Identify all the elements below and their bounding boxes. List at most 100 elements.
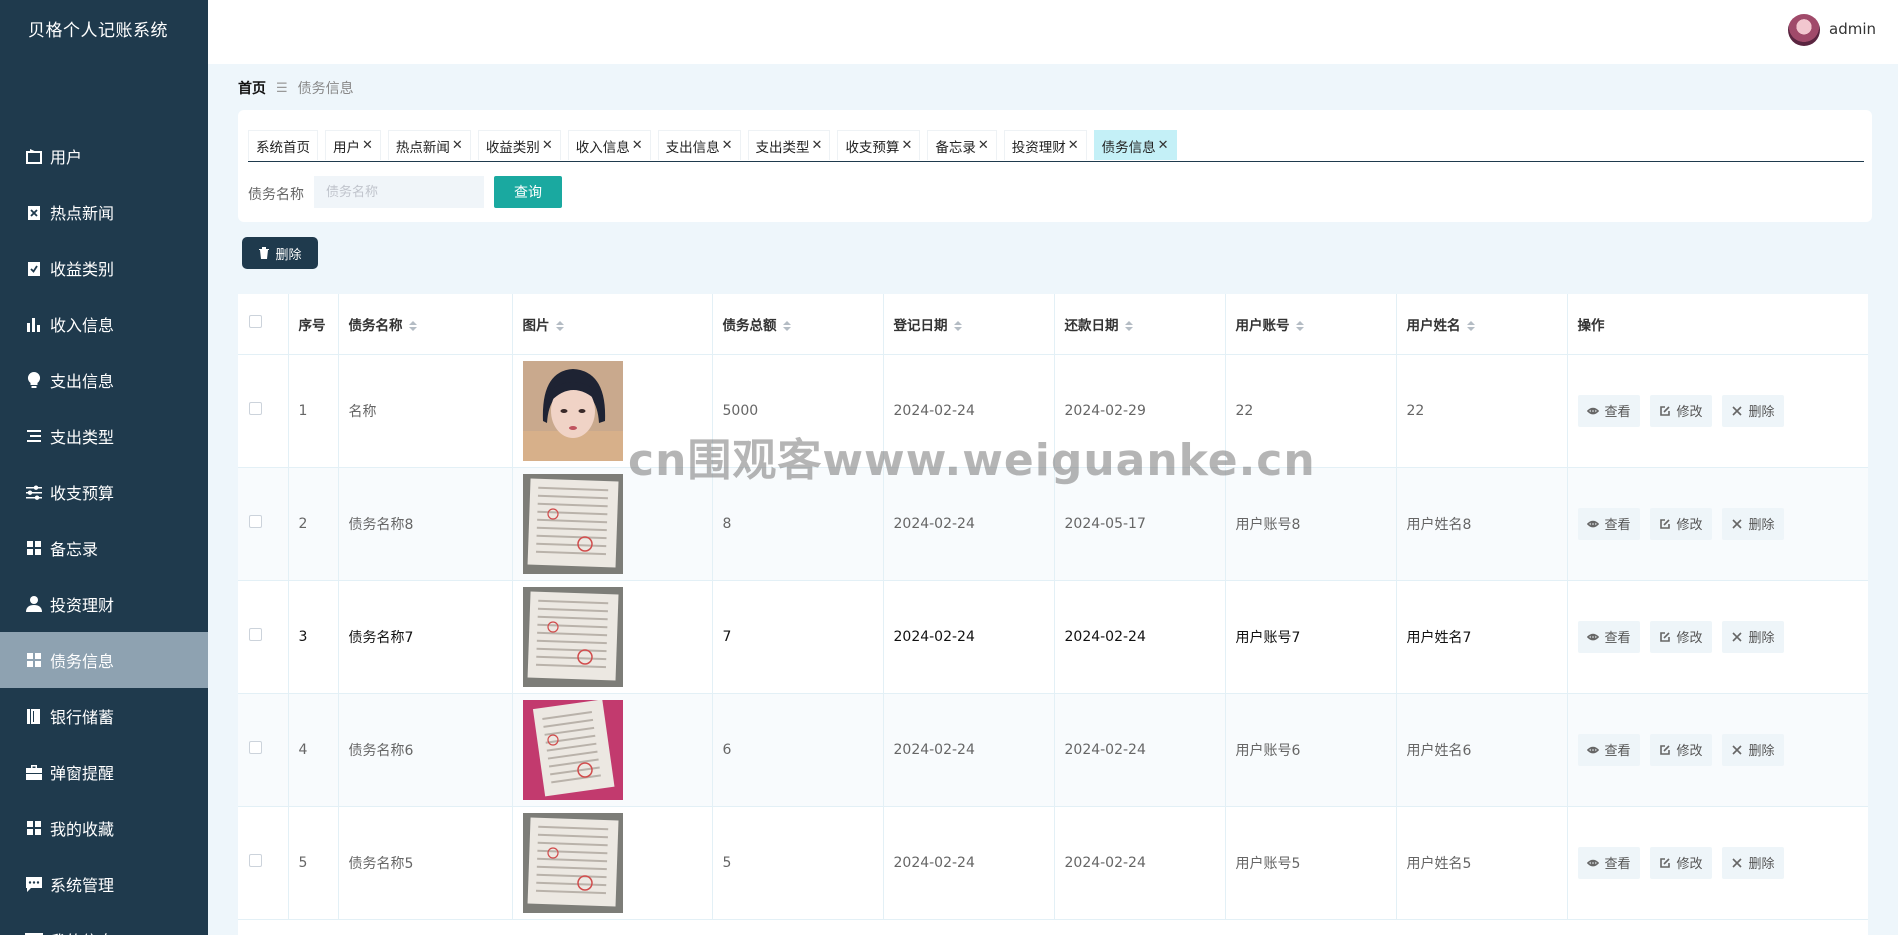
sidebar-item-6[interactable]: 收支预算 — [0, 464, 208, 520]
sidebar-item-1[interactable]: 热点新闻 — [0, 184, 208, 240]
sidebar-item-13[interactable]: 系统管理 — [0, 856, 208, 912]
table-row[interactable]: 1 名称 5000 2024-02-24 2024-02-29 22 22 查看 修改 删除 — [238, 354, 1868, 468]
debt-image[interactable] — [522, 360, 623, 461]
tab-7[interactable]: 收支预算 ✕ — [837, 130, 921, 160]
debt-image[interactable] — [522, 699, 623, 800]
user-name-cell: 22 — [1396, 354, 1568, 468]
delete-button[interactable]: 删除 — [1721, 620, 1784, 653]
breadcrumb-home[interactable]: 首页 — [238, 78, 266, 98]
sidebar-item-7[interactable]: 备忘录 — [0, 520, 208, 576]
debt-image[interactable] — [522, 812, 623, 913]
column-header[interactable]: 用户账号 — [1225, 294, 1397, 355]
row-checkbox[interactable] — [249, 854, 262, 867]
view-button[interactable]: 查看 — [1577, 394, 1640, 427]
row-checkbox[interactable] — [249, 628, 262, 641]
sort-icon[interactable] — [1466, 320, 1475, 331]
close-icon[interactable]: ✕ — [1158, 138, 1169, 153]
avatar[interactable] — [1788, 14, 1820, 46]
column-header[interactable]: 还款日期 — [1054, 294, 1226, 355]
column-header[interactable]: 债务名称 — [338, 294, 513, 355]
view-button[interactable]: 查看 — [1577, 620, 1640, 653]
row-checkbox[interactable] — [249, 515, 262, 528]
sort-icon[interactable] — [408, 320, 417, 331]
edit-button[interactable]: 修改 — [1649, 394, 1712, 427]
sidebar-item-2[interactable]: 收益类别 — [0, 240, 208, 296]
delete-button[interactable]: 删除 — [1721, 507, 1784, 540]
sort-icon[interactable] — [1295, 320, 1304, 331]
close-icon[interactable]: ✕ — [542, 138, 553, 153]
tab-9[interactable]: 投资理财 ✕ — [1003, 130, 1087, 160]
tab-10[interactable]: 债务信息 ✕ — [1093, 130, 1177, 160]
close-icon[interactable]: ✕ — [812, 138, 823, 153]
tab-3[interactable]: 收益类别 ✕ — [477, 130, 561, 160]
sidebar-item-8[interactable]: 投资理财 — [0, 576, 208, 632]
edit-button[interactable]: 修改 — [1649, 846, 1712, 879]
edit-button[interactable]: 修改 — [1649, 733, 1712, 766]
column-header[interactable]: 图片 — [512, 294, 713, 355]
table-row[interactable]: 3 债务名称7 7 2024-02-24 2024-02-24 用户账号7 用户姓名7 查看修… — [238, 580, 1868, 694]
sidebar-item-9[interactable]: 债务信息 — [0, 632, 208, 688]
sidebar-item-4[interactable]: 支出信息 — [0, 352, 208, 408]
column-header[interactable]: 债务总额 — [712, 294, 884, 355]
amount-cell: 6 — [712, 693, 884, 807]
column-header[interactable]: 用户姓名 — [1396, 294, 1568, 355]
tab-6[interactable]: 支出类型 ✕ — [747, 130, 831, 160]
edit-button[interactable]: 修改 — [1649, 620, 1712, 653]
query-button[interactable]: 查询 — [494, 176, 562, 208]
tab-1[interactable]: 用户 ✕ — [325, 130, 381, 160]
sort-icon[interactable] — [1124, 320, 1133, 331]
username[interactable]: admin — [1829, 20, 1876, 38]
tab-label: 系统首页 — [256, 139, 310, 156]
edit-icon — [1659, 744, 1670, 755]
delete-button[interactable]: 删除 — [1721, 733, 1784, 766]
select-cell — [238, 354, 289, 468]
close-icon[interactable]: ✕ — [901, 138, 912, 153]
view-button[interactable]: 查看 — [1577, 507, 1640, 540]
search-input[interactable] — [314, 176, 484, 208]
sort-icon[interactable] — [555, 320, 564, 331]
sidebar-item-10[interactable]: 银行储蓄 — [0, 688, 208, 744]
table-row[interactable]: 5 债务名称5 5 2024-02-24 2024-02-24 用户账号5 用户姓名5 查看修… — [238, 806, 1868, 920]
close-icon[interactable]: ✕ — [1068, 138, 1079, 153]
bulk-delete-button[interactable]: 删除 — [242, 237, 318, 269]
tab-8[interactable]: 备忘录 ✕ — [927, 130, 997, 160]
sidebar-item-0[interactable]: 用户 — [0, 128, 208, 184]
eye-icon — [1586, 746, 1599, 753]
bulk-delete-label: 删除 — [275, 247, 302, 263]
tab-label: 收益类别 — [485, 139, 540, 156]
tab-0[interactable]: 系统首页 — [248, 130, 318, 160]
tab-2[interactable]: 热点新闻 ✕ — [387, 130, 471, 160]
sidebar-item-3[interactable]: 收入信息 — [0, 296, 208, 352]
sort-icon[interactable] — [782, 320, 791, 331]
sidebar-item-11[interactable]: 弹窗提醒 — [0, 744, 208, 800]
select-all-checkbox[interactable] — [249, 315, 262, 329]
table-row[interactable]: 4 债务名称6 6 2024-02-24 2024-02-24 用户账号6 用户姓名6 查看修… — [238, 693, 1868, 807]
delete-button[interactable]: 删除 — [1721, 846, 1784, 879]
sidebar-item-label: 收入信息 — [50, 316, 115, 335]
view-button[interactable]: 查看 — [1577, 733, 1640, 766]
column-header[interactable]: 登记日期 — [883, 294, 1055, 355]
row-checkbox[interactable] — [249, 402, 262, 415]
close-icon[interactable]: ✕ — [722, 138, 733, 153]
close-icon[interactable]: ✕ — [632, 138, 643, 153]
view-button[interactable]: 查看 — [1577, 846, 1640, 879]
sidebar-item-14[interactable]: 我的信息 — [0, 912, 208, 935]
amount-cell: 5000 — [712, 354, 884, 468]
table-row[interactable]: 2 债务名称8 8 2024-02-24 2024-05-17 用户账号8 用户姓名8 查看修… — [238, 467, 1868, 581]
app-title: 贝格个人记账系统 — [28, 21, 168, 41]
close-icon[interactable]: ✕ — [362, 138, 373, 153]
edit-button[interactable]: 修改 — [1649, 507, 1712, 540]
tab-5[interactable]: 支出信息 ✕ — [657, 130, 741, 160]
row-checkbox[interactable] — [249, 741, 262, 754]
tab-4[interactable]: 收入信息 ✕ — [567, 130, 651, 160]
sidebar-item-5[interactable]: 支出类型 — [0, 408, 208, 464]
debt-image[interactable] — [522, 473, 623, 574]
close-icon[interactable]: ✕ — [978, 138, 989, 153]
delete-button[interactable]: 删除 — [1721, 394, 1784, 427]
sort-icon[interactable] — [953, 320, 962, 331]
actions-cell: 查看 修改 删除 — [1567, 467, 1868, 581]
close-icon[interactable]: ✕ — [452, 138, 463, 153]
debt-image[interactable] — [522, 586, 623, 687]
eye-icon — [1586, 520, 1599, 527]
sidebar-item-12[interactable]: 我的收藏 — [0, 800, 208, 856]
